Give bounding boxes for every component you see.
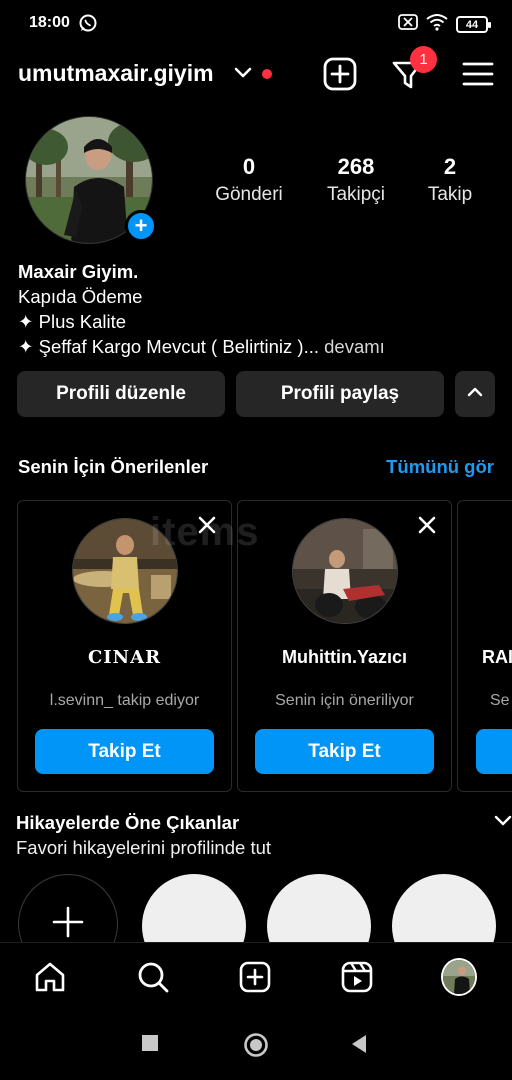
create-icon[interactable] [237,959,273,995]
suggestions-header: Senin İçin Önerilenler Tümünü gör [18,456,494,480]
suggestion-card[interactable]: Muhittin.Yazıcı Senin için öneriliyor Ta… [237,500,452,792]
stat-posts-count: 0 [242,154,256,179]
profile-header: umutmaxair.giyim 1 [0,46,512,97]
bio-line: ✦ Plus Kalite [18,311,127,332]
stat-followers-label: Takipçi [326,184,386,205]
see-all-link[interactable]: Tümünü gör [386,456,494,478]
bio-display-name: Maxair Giyim. [18,261,139,282]
stat-following-label: Takip [427,184,473,205]
highlights-title: Hikayelerde Öne Çıkanlar [16,812,240,833]
stat-following-count: 2 [443,154,457,179]
whatsapp-icon [78,13,98,38]
follow-button[interactable] [476,729,512,774]
suggestion-card[interactable]: RAI Se [457,500,512,792]
reels-icon[interactable] [339,959,375,995]
collapse-suggestions-button[interactable] [455,371,495,417]
status-time: 18:00 [29,14,70,31]
highlights-subtitle: Favori hikayelerini profilinde tut [16,837,272,858]
suggestion-name[interactable]: CINAR [18,647,231,668]
edit-profile-button[interactable]: Profili düzenle [17,371,225,417]
suggestion-subtitle: l.sevinn_ takip ediyor [49,692,200,709]
stat-followers[interactable]: 268 Takipçi [318,154,394,206]
chevron-up-icon [467,385,483,403]
dismiss-close-icon[interactable] [417,515,437,540]
bio-line-text: ✦ Şeffaf Kargo Mevcut ( Belirtiniz )... [18,336,319,357]
battery-indicator: 44 [456,16,491,33]
profile-avatar[interactable]: + [25,116,157,246]
bio-line: ✦ Şeffaf Kargo Mevcut ( Belirtiniz )... … [18,334,498,359]
system-navigation [0,1012,512,1080]
share-profile-button[interactable]: Profili paylaş [236,371,444,417]
bio-line: Kapıda Ödeme [18,286,143,307]
suggestion-name[interactable]: RAI [482,647,512,668]
recents-square-icon[interactable] [141,1034,159,1057]
unread-dot [262,69,272,79]
watermark-logo: items [150,510,260,554]
home-icon[interactable] [32,959,68,995]
account-switch-chevron-icon[interactable] [234,66,252,84]
add-story-button[interactable]: + [125,210,157,242]
follow-button[interactable]: Takip Et [35,729,214,774]
suggestion-subtitle: Senin için öneriliyor [275,692,414,709]
stat-posts[interactable]: 0 Gönderi [214,154,284,206]
highlights-toggle-chevron-icon[interactable] [494,814,512,832]
profile-tab-avatar[interactable] [441,958,477,996]
create-post-icon[interactable] [322,56,358,97]
suggestion-avatar[interactable] [291,518,398,624]
bio-more-link[interactable]: devamı [324,336,385,357]
back-triangle-icon[interactable] [350,1034,368,1059]
stat-following[interactable]: 2 Takip [420,154,480,206]
profile-bio: Maxair Giyim. Kapıda Ödeme ✦ Plus Kalite… [18,259,498,359]
stat-posts-label: Gönderi [215,184,283,205]
home-circle-icon[interactable] [243,1032,269,1063]
notification-badge: 1 [410,46,437,73]
search-icon[interactable] [135,959,171,995]
wifi-icon [426,13,448,36]
no-sim-icon [398,14,418,35]
bottom-navigation [0,942,512,1012]
follow-button[interactable]: Takip Et [255,729,434,774]
nav-avatar-image [441,958,477,996]
plus-icon [51,905,85,944]
suggestion-name[interactable]: Muhittin.Yazıcı [238,647,451,668]
stat-followers-count: 268 [337,154,375,179]
status-bar: 18:00 44 [0,0,512,48]
account-username[interactable]: umutmaxair.giyim [18,60,214,87]
suggestion-subtitle: Se [490,692,510,709]
menu-icon[interactable] [460,56,496,97]
suggestions-title: Senin İçin Önerilenler [18,456,209,477]
